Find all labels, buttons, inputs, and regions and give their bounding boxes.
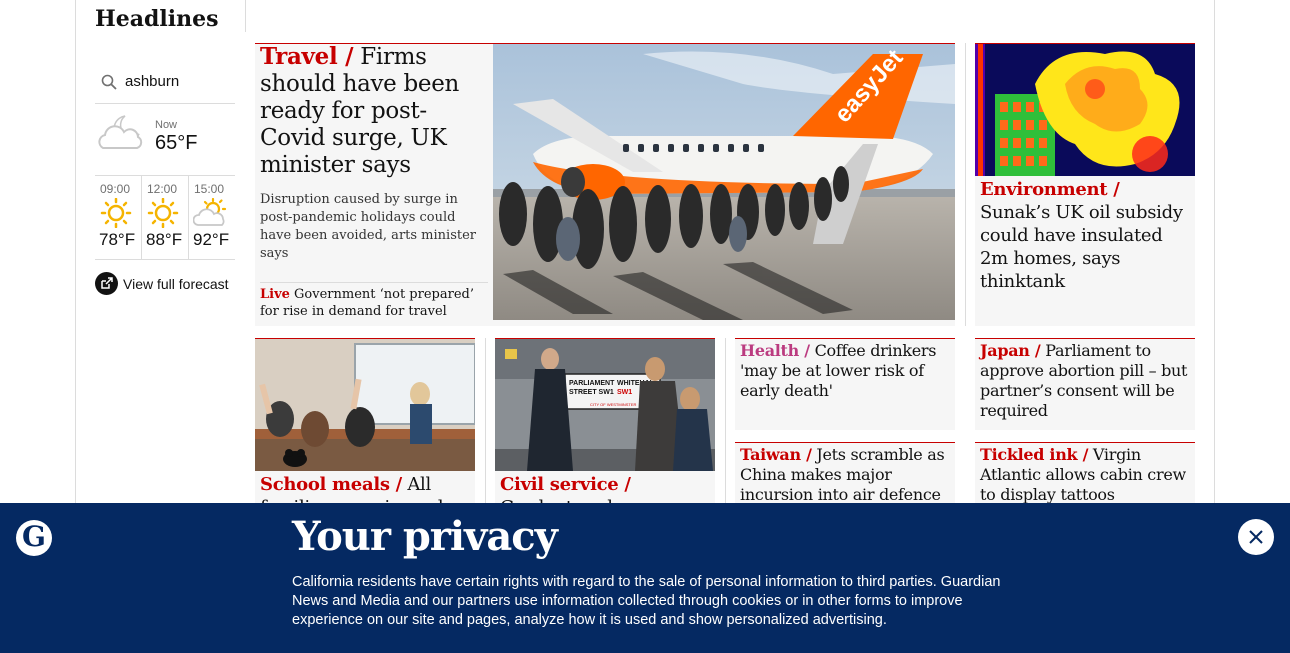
- story-headline: Environment / Sunak’s UK oil subsidy cou…: [975, 176, 1195, 293]
- sun-icon: [147, 198, 179, 228]
- story-card-school-meals[interactable]: School meals / All families on universal: [255, 338, 475, 508]
- hourly-forecast: 09:00 78°F 12:00 88°F 15:00 92°F: [95, 176, 235, 260]
- current-weather: Now 65°F: [95, 104, 235, 176]
- main-story-image[interactable]: easyJet: [493, 44, 955, 320]
- story-card-japan[interactable]: Japan / Parliament to approve abortion p…: [975, 338, 1195, 430]
- story-card-tickled-ink[interactable]: Tickled ink / Virgin Atlantic allows cab…: [975, 442, 1195, 508]
- weather-widget: Now 65°F 09:00 78°F 12:00: [95, 60, 235, 295]
- story-kicker: Civil service /: [500, 474, 631, 495]
- forecast-temperature: 78°F: [99, 230, 136, 249]
- view-full-forecast-link[interactable]: View full forecast: [95, 272, 235, 295]
- column-divider: [725, 338, 726, 508]
- forecast-temperature: 92°F: [193, 230, 230, 249]
- section-title: Headlines: [95, 6, 219, 32]
- thermal-image: [975, 44, 1195, 176]
- story-kicker: Tickled ink /: [980, 445, 1089, 464]
- location-input[interactable]: [125, 73, 235, 90]
- main-story-card[interactable]: Travel / Firms should have been ready fo…: [255, 43, 955, 326]
- story-kicker: Taiwan /: [740, 445, 812, 464]
- privacy-title: Your privacy: [292, 513, 558, 560]
- story-headline: Health / Coffee drinkers 'may be at lowe…: [735, 339, 955, 401]
- sign-text: STREET SW1: [569, 389, 614, 396]
- main-story-text: Travel / Firms should have been ready fo…: [260, 43, 488, 319]
- main-story-standfirst: Disruption caused by surge in post-pande…: [260, 192, 476, 261]
- search-icon: [101, 74, 117, 90]
- sign-text: CITY OF WESTMINSTER: [590, 402, 636, 407]
- forecast-item: 09:00 78°F: [95, 176, 141, 259]
- divider: [245, 0, 246, 32]
- live-sublink-text: Government ‘not prepared’ for rise in de…: [260, 287, 474, 319]
- close-button[interactable]: [1238, 519, 1274, 555]
- location-search[interactable]: [95, 60, 235, 104]
- guardian-logo-icon: G: [16, 520, 52, 556]
- forecast-time: 15:00: [194, 182, 225, 196]
- column-divider: [485, 338, 486, 508]
- story-kicker: Health /: [740, 341, 810, 360]
- sign-text: SW1: [617, 389, 632, 396]
- headline-text: Sunak’s UK oil subsidy could have insula…: [980, 202, 1183, 292]
- external-link-icon: [95, 272, 118, 295]
- privacy-banner: G Your privacy California residents have…: [0, 503, 1290, 653]
- sign-text: PARLIAMENT: [569, 380, 615, 387]
- story-card-health[interactable]: Health / Coffee drinkers 'may be at lowe…: [735, 338, 955, 430]
- story-kicker: Environment /: [980, 179, 1120, 200]
- cloudy-night-icon: [98, 115, 143, 149]
- story-headline: Japan / Parliament to approve abortion p…: [975, 339, 1195, 421]
- forecast-time: 12:00: [147, 182, 178, 196]
- close-icon: [1249, 530, 1263, 544]
- forecast-time: 09:00: [100, 182, 131, 196]
- classroom-image: [255, 339, 475, 471]
- story-kicker: Japan /: [980, 341, 1041, 360]
- whitehall-image: PARLIAMENT STREET SW1 WHITEHALL SW1 CITY…: [495, 339, 715, 471]
- sun-icon: [100, 198, 132, 228]
- story-headline: Tickled ink / Virgin Atlantic allows cab…: [975, 443, 1195, 505]
- story-card-environment[interactable]: Environment / Sunak’s UK oil subsidy cou…: [975, 43, 1195, 326]
- forecast-temperature: 88°F: [146, 230, 183, 249]
- story-kicker: School meals /: [260, 474, 402, 495]
- story-card-taiwan[interactable]: Taiwan / Jets scramble as China makes ma…: [735, 442, 955, 508]
- view-full-forecast-label: View full forecast: [123, 275, 229, 292]
- now-temperature: 65°F: [155, 132, 198, 154]
- privacy-body: California residents have certain rights…: [292, 574, 1001, 628]
- forecast-item: 15:00 92°F: [188, 176, 235, 259]
- forecast-item: 12:00 88°F: [141, 176, 188, 259]
- live-tag: Live: [260, 287, 290, 302]
- partly-cloudy-icon: [193, 198, 227, 226]
- column-divider: [965, 43, 966, 326]
- story-kicker: Travel /: [260, 43, 354, 70]
- story-headline: Taiwan / Jets scramble as China makes ma…: [735, 443, 955, 505]
- now-label: Now: [155, 119, 178, 131]
- live-sublink[interactable]: Live Government ‘not prepared’ for rise …: [260, 282, 488, 320]
- main-story-headline[interactable]: Travel / Firms should have been ready fo…: [260, 43, 488, 179]
- story-card-civil-service[interactable]: PARLIAMENT STREET SW1 WHITEHALL SW1 CITY…: [495, 338, 715, 508]
